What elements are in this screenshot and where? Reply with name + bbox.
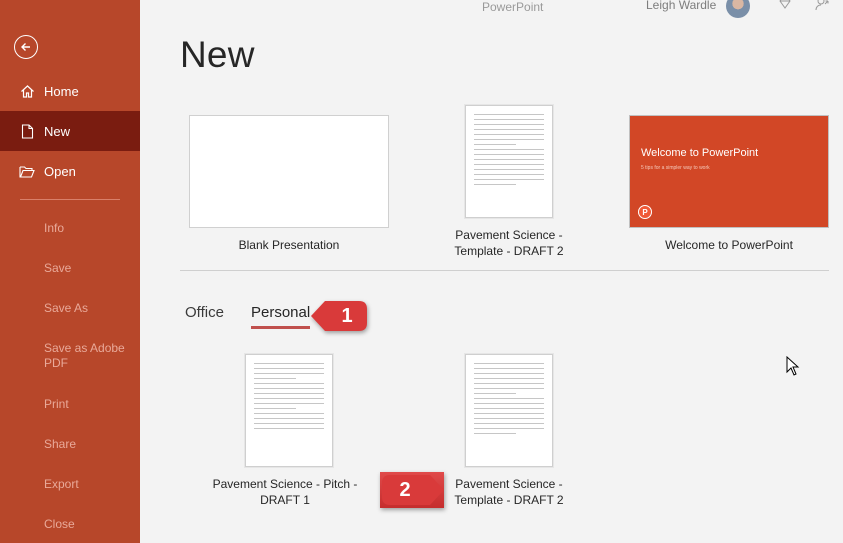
sidebar-item-share[interactable]: Share (44, 437, 134, 452)
section-divider (180, 270, 829, 271)
sidebar-item-save[interactable]: Save (44, 261, 134, 276)
document-preview (254, 363, 324, 433)
sidebar-item-print[interactable]: Print (44, 397, 134, 412)
powerpoint-logo-icon: P (638, 205, 652, 219)
document-preview (474, 114, 544, 189)
callout-arrow-shape (380, 472, 444, 508)
tab-personal[interactable]: Personal (251, 304, 310, 321)
callout-number: 1 (341, 304, 353, 327)
template-label-personal-draft2[interactable]: Pavement Science - Template - DRAFT 2 (434, 476, 584, 508)
active-tab-indicator (251, 326, 310, 329)
tab-office[interactable]: Office (185, 304, 224, 321)
document-preview (474, 363, 544, 438)
template-thumbnail-personal-draft2[interactable] (465, 354, 553, 467)
sidebar-item-export[interactable]: Export (44, 477, 134, 492)
sidebar-item-label: New (44, 123, 71, 139)
callout-arrow-shape (311, 301, 367, 331)
callout-badge-2: 2 (380, 472, 444, 508)
blank-presentation-thumbnail[interactable] (189, 115, 389, 228)
slide-subtitle: 5 tips for a simpler way to work (641, 165, 710, 171)
welcome-to-powerpoint-label[interactable]: Welcome to PowerPoint (629, 237, 829, 253)
sidebar-item-label: Home (44, 83, 79, 99)
welcome-to-powerpoint-thumbnail[interactable]: Welcome to PowerPoint 5 tips for a simpl… (629, 115, 829, 228)
blank-presentation-label[interactable]: Blank Presentation (189, 237, 389, 253)
sidebar-item-home[interactable]: Home (0, 71, 140, 111)
slide-title: Welcome to PowerPoint (641, 147, 759, 159)
folder-open-icon (19, 163, 35, 179)
person-share-icon[interactable] (815, 0, 831, 12)
sidebar-item-open[interactable]: Open (0, 151, 140, 191)
sidebar-separator (20, 199, 120, 200)
new-document-icon (19, 123, 35, 139)
sidebar-item-new[interactable]: New (0, 111, 140, 151)
sidebar-item-save-as[interactable]: Save As (44, 301, 134, 316)
backstage-sidebar: Home New Open Info Save Save As Save as … (0, 0, 140, 543)
arrow-left-icon (21, 43, 30, 51)
sidebar-item-label: Open (44, 163, 76, 179)
home-icon (19, 83, 35, 99)
sidebar-item-save-as-adobe-pdf[interactable]: Save as Adobe PDF (44, 341, 134, 371)
diamond-icon[interactable] (777, 0, 793, 12)
template-thumbnail-pitch-draft1[interactable] (245, 354, 333, 467)
template-thumbnail-draft2[interactable] (465, 105, 553, 218)
mouse-cursor-icon (786, 356, 800, 376)
sidebar-item-close[interactable]: Close (44, 517, 134, 532)
back-button[interactable] (14, 35, 38, 59)
app-title: PowerPoint (482, 0, 544, 14)
template-label-draft2[interactable]: Pavement Science - Template - DRAFT 2 (434, 227, 584, 259)
callout-number: 2 (399, 478, 411, 501)
page-title: New (180, 34, 255, 75)
avatar[interactable] (726, 0, 750, 18)
template-label-pitch-draft1[interactable]: Pavement Science - Pitch - DRAFT 1 (205, 476, 365, 508)
callout-badge-1: 1 (311, 298, 369, 334)
user-name[interactable]: Leigh Wardle (646, 0, 716, 12)
sidebar-item-info[interactable]: Info (44, 221, 134, 236)
